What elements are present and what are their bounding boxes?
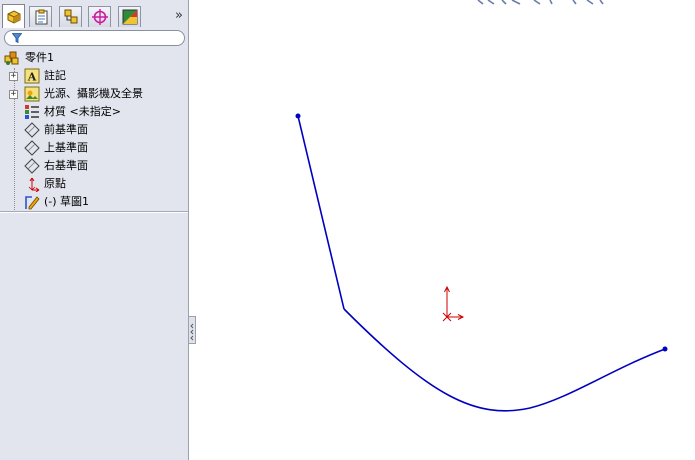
tree-item-sketch1[interactable]: (-) 草圖1	[0, 193, 188, 211]
graphics-area[interactable]	[190, 0, 695, 460]
feature-manager-panel: » 零件1 + A 註記 + 光源、攝影機及全景 材質 <未指定> 前基準面 上…	[0, 0, 189, 460]
tree-item-label: 材質 <未指定>	[44, 105, 121, 118]
tree-item-label: (-) 草圖1	[44, 195, 90, 208]
tree-item-label: 右基準面	[44, 159, 88, 172]
origin-icon	[28, 177, 40, 192]
tab-dimxpert-manager[interactable]	[88, 6, 111, 27]
sketch-endpoint[interactable]	[662, 346, 668, 352]
dimxpert-manager-icon	[91, 9, 108, 25]
plane-icon	[24, 140, 40, 156]
display-manager-icon	[122, 9, 137, 25]
tree-item-label: 前基準面	[44, 123, 88, 136]
tree-item-right-plane[interactable]: 右基準面	[0, 157, 188, 175]
lights-cameras-scene-icon	[24, 86, 40, 102]
annotations-icon: A	[24, 68, 40, 84]
sketch-endpoint[interactable]	[295, 113, 301, 119]
sketch-arc[interactable]	[343, 308, 666, 412]
svg-text:A: A	[27, 71, 37, 84]
tree-item-lights-cameras-scene[interactable]: + 光源、攝影機及全景	[0, 85, 188, 103]
tab-configuration-manager[interactable]	[59, 6, 82, 27]
sketch-line[interactable]	[297, 115, 345, 310]
tab-display-manager[interactable]	[118, 6, 141, 27]
part-icon	[4, 51, 19, 65]
feature-tree: 零件1 + A 註記 + 光源、攝影機及全景 材質 <未指定> 前基準面 上基準…	[0, 48, 188, 211]
tree-item-label: 光源、攝影機及全景	[44, 87, 143, 100]
tree-filter-field[interactable]	[4, 30, 185, 46]
property-manager-icon	[35, 9, 47, 25]
filter-icon	[12, 33, 22, 43]
tree-item-label: 註記	[44, 69, 66, 82]
tree-divider	[0, 211, 188, 213]
feature-manager-icon	[7, 9, 20, 24]
tab-feature-manager[interactable]	[2, 4, 25, 28]
tab-property-manager[interactable]	[29, 6, 52, 27]
material-icon	[25, 105, 39, 119]
sketch-icon	[25, 196, 40, 210]
tree-item-material[interactable]: 材質 <未指定>	[0, 103, 188, 121]
tree-item-top-plane[interactable]: 上基準面	[0, 139, 188, 157]
plane-icon	[24, 122, 40, 138]
heads-up-toolbar-fragment	[477, 0, 604, 5]
expand-lights-button[interactable]: +	[9, 90, 18, 99]
tree-item-part[interactable]: 零件1	[0, 49, 188, 67]
expand-annotations-button[interactable]: +	[9, 72, 18, 81]
configuration-manager-icon	[64, 9, 77, 24]
plane-icon	[24, 158, 40, 174]
tree-item-label: 零件1	[25, 51, 54, 64]
tree-item-annotations[interactable]: + A 註記	[0, 67, 188, 85]
tree-item-front-plane[interactable]: 前基準面	[0, 121, 188, 139]
manager-tabs: »	[2, 4, 188, 28]
tree-item-origin[interactable]: 原點	[0, 175, 188, 193]
tree-item-label: 原點	[44, 177, 66, 190]
tree-item-label: 上基準面	[44, 141, 88, 154]
expand-tabs-button[interactable]: »	[172, 8, 186, 24]
sketch-origin-icon	[442, 285, 465, 322]
